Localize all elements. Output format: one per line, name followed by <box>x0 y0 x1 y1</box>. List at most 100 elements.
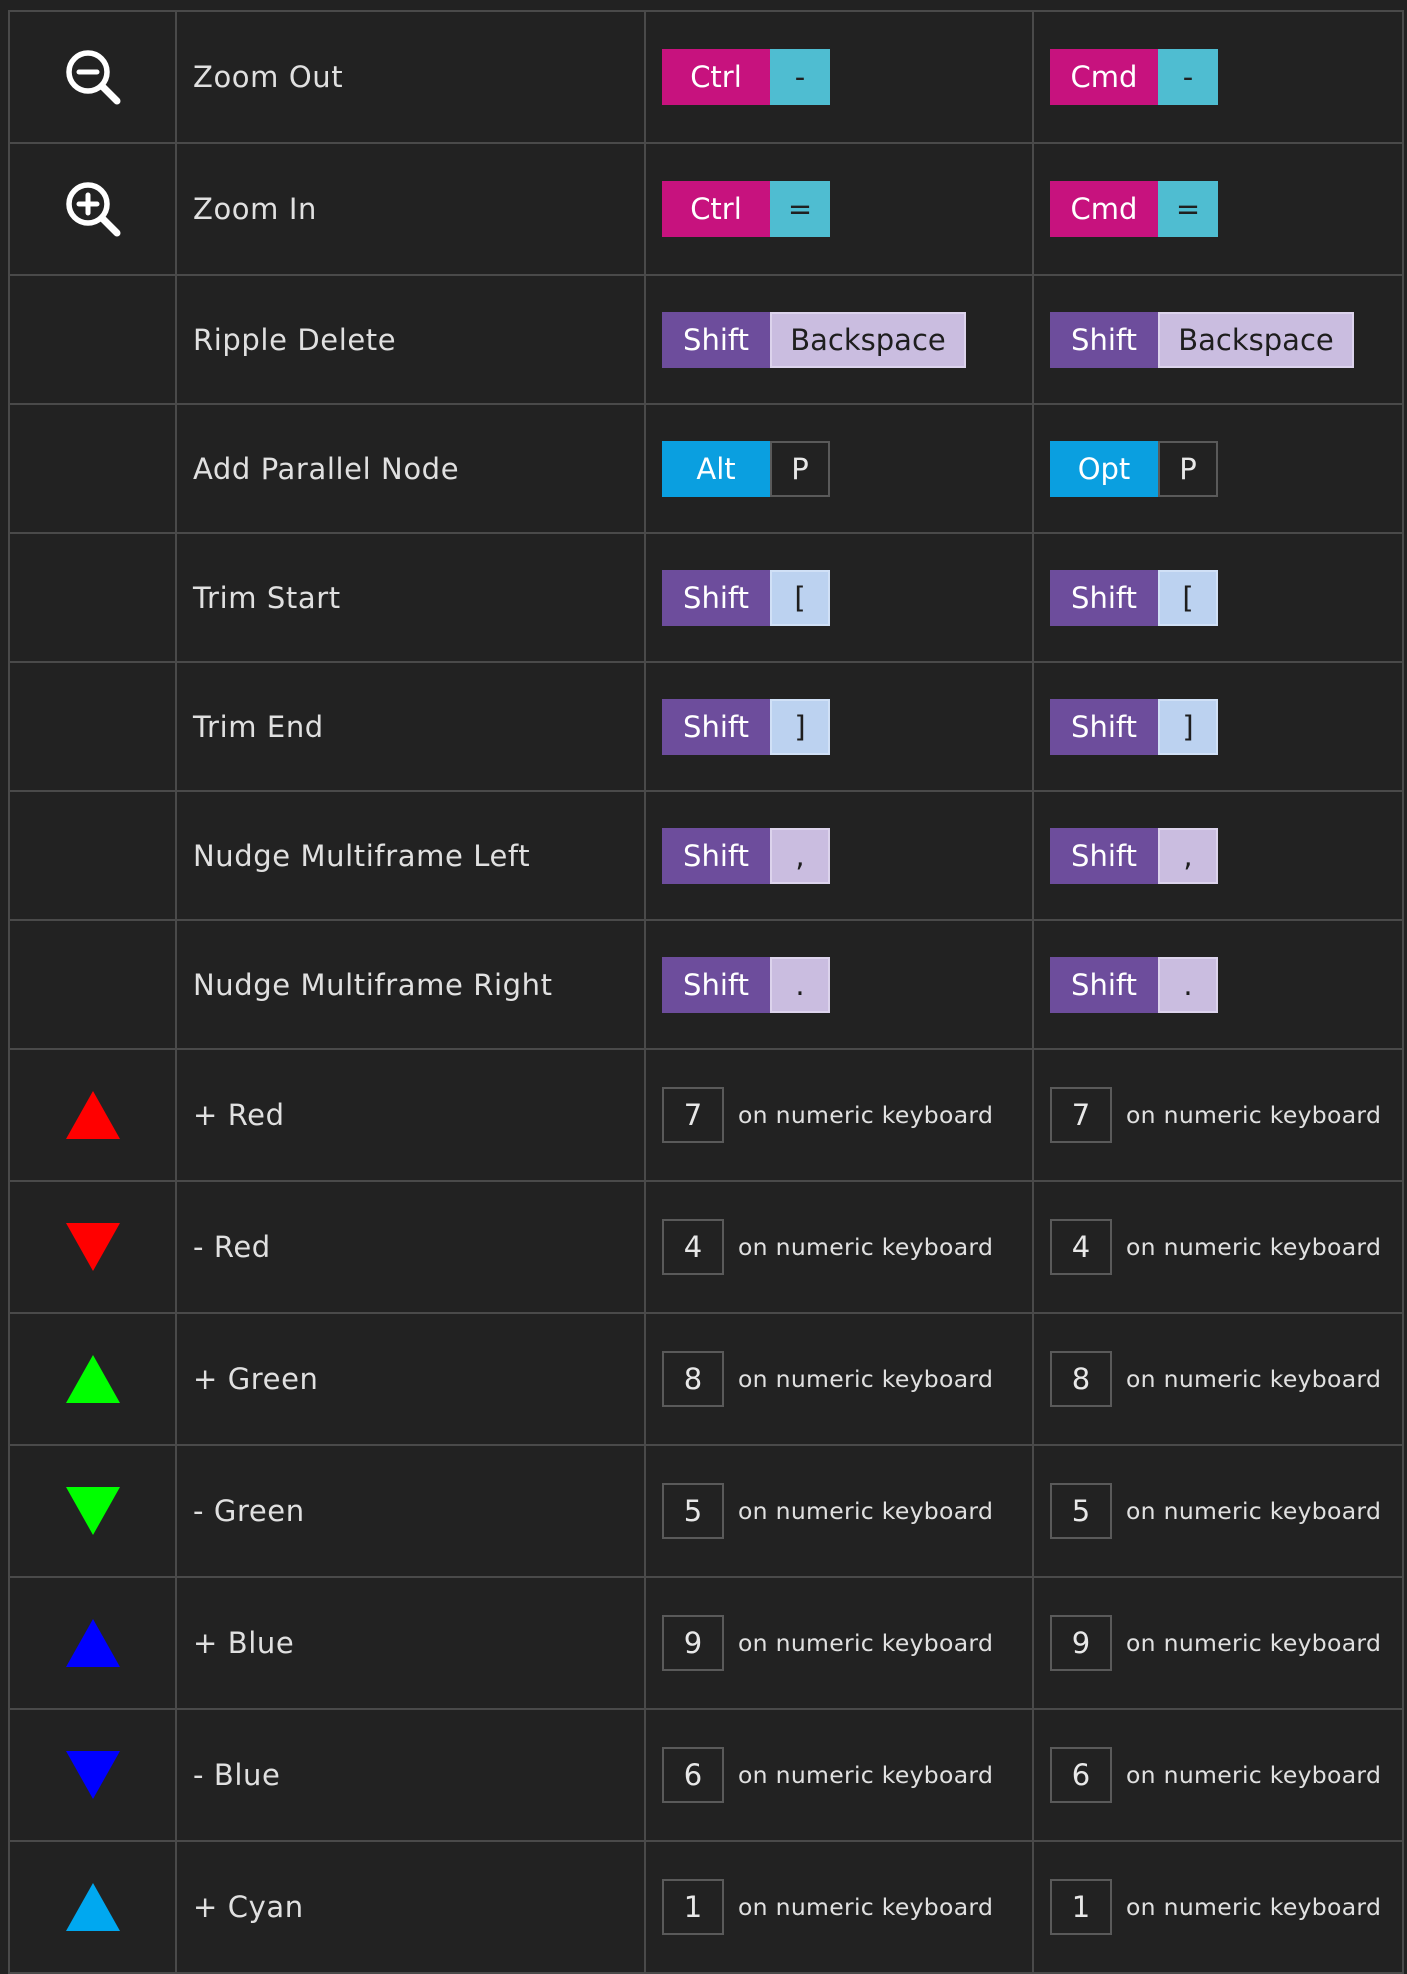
icon-cell <box>8 142 177 276</box>
numpad-key: 7 <box>662 1087 724 1143</box>
p-key: P <box>1158 440 1218 497</box>
mac-shortcut: 6 on numeric keyboard <box>1032 1708 1404 1842</box>
period-key: . <box>1158 956 1218 1013</box>
table-row: Nudge Multiframe Left Shift , Shift , <box>8 790 1404 921</box>
table-row: Trim Start Shift [ Shift [ <box>8 532 1404 663</box>
key-combo: Shift , <box>662 827 830 884</box>
key-combo: Shift [ <box>662 569 830 626</box>
key-combo: Shift . <box>662 956 830 1013</box>
numeric-keyboard-note: on numeric keyboard <box>1126 1629 1382 1657</box>
numpad-key: 1 <box>662 1879 724 1935</box>
triangle-down-blue-icon <box>65 1751 120 1799</box>
comma-key: , <box>1158 827 1218 884</box>
table-row: + Cyan 1 on numeric keyboard 1 on numeric … <box>8 1840 1404 1974</box>
mac-shortcut: Shift [ <box>1032 532 1404 663</box>
period-key: . <box>770 956 830 1013</box>
icon-cell <box>8 1840 177 1974</box>
mac-shortcut: 8 on numeric keyboard <box>1032 1312 1404 1446</box>
numeric-keyboard-note: on numeric keyboard <box>1126 1101 1382 1129</box>
windows-shortcut: Shift ] <box>644 661 1034 792</box>
right-bracket-key: ] <box>770 698 830 755</box>
shortcut-name: - Blue <box>175 1708 646 1842</box>
windows-shortcut: 5 on numeric keyboard <box>644 1444 1034 1578</box>
shortcut-table: Zoom Out Ctrl - Cmd - Zoom In Ctrl = Cmd… <box>8 10 1404 1974</box>
mac-shortcut: 4 on numeric keyboard <box>1032 1180 1404 1314</box>
triangle-down-green-icon <box>65 1487 120 1535</box>
shift-key: Shift <box>662 569 770 626</box>
right-bracket-key: ] <box>1158 698 1218 755</box>
windows-shortcut: Ctrl = <box>644 142 1034 276</box>
mac-shortcut: Cmd = <box>1032 142 1404 276</box>
key-combo: Shift , <box>1050 827 1218 884</box>
shortcut-name: Trim End <box>175 661 646 792</box>
numpad-key: 5 <box>662 1483 724 1539</box>
icon-cell <box>8 532 177 663</box>
alt-key: Alt <box>662 440 770 497</box>
ctrl-key: Ctrl <box>662 181 770 237</box>
windows-shortcut: 9 on numeric keyboard <box>644 1576 1034 1710</box>
table-row: Add Parallel Node Alt P Opt P <box>8 403 1404 534</box>
left-bracket-key: [ <box>770 569 830 626</box>
windows-shortcut: 1 on numeric keyboard <box>644 1840 1034 1974</box>
numeric-keyboard-note: on numeric keyboard <box>738 1233 994 1261</box>
numpad-key: 8 <box>1050 1351 1112 1407</box>
shortcut-name: + Blue <box>175 1576 646 1710</box>
table-row: + Blue 9 on numeric keyboard 9 on numeric … <box>8 1576 1404 1710</box>
numeric-keyboard-note: on numeric keyboard <box>1126 1761 1382 1789</box>
windows-shortcut: Shift [ <box>644 532 1034 663</box>
triangle-down-red-icon <box>65 1223 120 1271</box>
table-row: Ripple Delete Shift Backspace Shift Back… <box>8 274 1404 405</box>
numeric-keyboard-note: on numeric keyboard <box>738 1365 994 1393</box>
table-row: Nudge Multiframe Right Shift . Shift . <box>8 919 1404 1050</box>
table-row: - Red 4 on numeric keyboard 4 on numeric k… <box>8 1180 1404 1314</box>
shortcut-name: - Red <box>175 1180 646 1314</box>
p-key: P <box>770 440 830 497</box>
windows-shortcut: Shift . <box>644 919 1034 1050</box>
icon-cell <box>8 10 177 144</box>
opt-key: Opt <box>1050 440 1158 497</box>
table-row: Zoom In Ctrl = Cmd = <box>8 142 1404 276</box>
icon-cell <box>8 790 177 921</box>
windows-shortcut: Shift Backspace <box>644 274 1034 405</box>
table-row: + Red 7 on numeric keyboard 7 on numeric k… <box>8 1048 1404 1182</box>
mac-shortcut: Opt P <box>1032 403 1404 534</box>
icon-cell <box>8 1180 177 1314</box>
numpad-key: 1 <box>1050 1879 1112 1935</box>
key-combo: Shift ] <box>1050 698 1218 755</box>
shortcut-name: + Cyan <box>175 1840 646 1974</box>
table-row: + Green 8 on numeric keyboard 8 on numeric… <box>8 1312 1404 1446</box>
key-combo: Cmd = <box>1050 181 1218 237</box>
table-row: - Blue 6 on numeric keyboard 6 on numeric … <box>8 1708 1404 1842</box>
key-combo: Shift ] <box>662 698 830 755</box>
key-combo: Shift Backspace <box>662 311 966 368</box>
left-bracket-key: [ <box>1158 569 1218 626</box>
ctrl-key: Ctrl <box>662 49 770 105</box>
windows-shortcut: Ctrl - <box>644 10 1034 144</box>
windows-shortcut: 8 on numeric keyboard <box>644 1312 1034 1446</box>
key-combo: Ctrl - <box>662 49 830 105</box>
numpad-key: 4 <box>1050 1219 1112 1275</box>
shortcut-name: Zoom In <box>175 142 646 276</box>
numeric-keyboard-note: on numeric keyboard <box>738 1101 994 1129</box>
shortcut-name: - Green <box>175 1444 646 1578</box>
shift-key: Shift <box>1050 311 1158 368</box>
key-combo: Opt P <box>1050 440 1218 497</box>
numeric-keyboard-note: on numeric keyboard <box>738 1629 994 1657</box>
numpad-key: 9 <box>662 1615 724 1671</box>
mac-shortcut: Shift . <box>1032 919 1404 1050</box>
shift-key: Shift <box>662 698 770 755</box>
key-combo: Shift [ <box>1050 569 1218 626</box>
mac-shortcut: Shift , <box>1032 790 1404 921</box>
icon-cell <box>8 1576 177 1710</box>
key-combo: Shift . <box>1050 956 1218 1013</box>
shift-key: Shift <box>1050 956 1158 1013</box>
shortcut-name: Zoom Out <box>175 10 646 144</box>
mac-shortcut: Shift ] <box>1032 661 1404 792</box>
icon-cell <box>8 1444 177 1578</box>
triangle-up-red-icon <box>65 1091 120 1139</box>
shortcut-name: + Green <box>175 1312 646 1446</box>
icon-cell <box>8 1048 177 1182</box>
backspace-key: Backspace <box>770 311 966 368</box>
windows-shortcut: Alt P <box>644 403 1034 534</box>
shortcut-name: Add Parallel Node <box>175 403 646 534</box>
